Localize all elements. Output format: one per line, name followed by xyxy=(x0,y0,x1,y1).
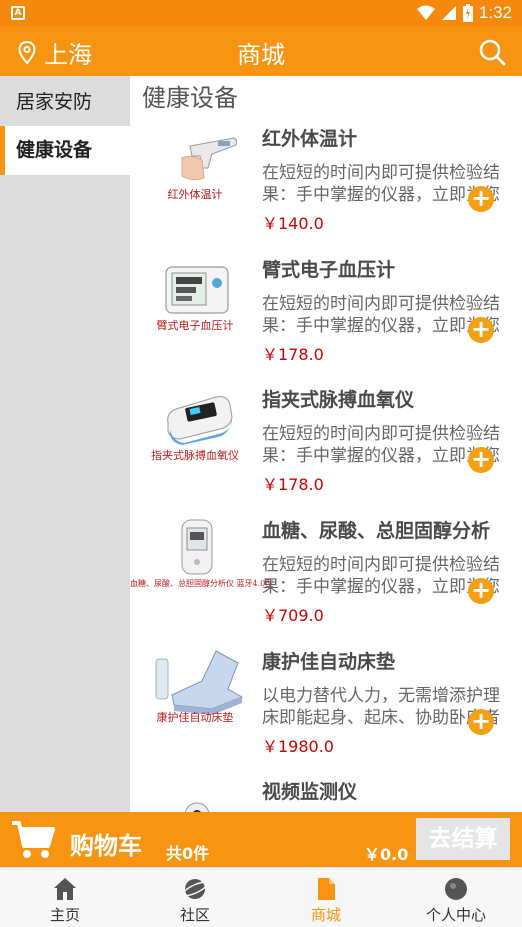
a-notification-icon: A xyxy=(11,6,25,20)
search-icon[interactable] xyxy=(478,38,506,66)
product-price: ￥1980.0 xyxy=(262,737,334,756)
product-price: ￥140.0 xyxy=(262,214,324,233)
app-bar: 商城 上海 xyxy=(0,27,522,76)
product-image-caption: 臂式电子血压计 xyxy=(156,319,234,332)
product-name: 视频监测仪 xyxy=(262,781,358,803)
product-name: 血糖、尿酸、总胆固醇分析 xyxy=(262,520,491,542)
cart-item-count: 共0件 xyxy=(166,844,210,863)
product-item[interactable]: 血糖、尿酸、总胆固醇分析仪 蓝牙4.0型 血糖、尿酸、总胆固醇分析 在短短的时间… xyxy=(130,514,522,644)
add-to-cart-button[interactable]: + xyxy=(468,709,494,735)
sidebar-item-health-devices[interactable]: 健康设备 xyxy=(0,126,130,175)
bottom-nav: 主页 社区 商城 个人中心 xyxy=(0,867,522,927)
shop-icon xyxy=(318,878,335,900)
city-selector[interactable]: 上海 xyxy=(18,35,92,70)
community-icon xyxy=(182,879,208,899)
nav-label: 社区 xyxy=(179,906,210,924)
product-image-caption: 红外体温计 xyxy=(167,188,223,201)
product-image-blood-pressure-monitor xyxy=(165,266,229,314)
product-item[interactable]: 红外体温计 红外体温计 在短短的时间内即可提供检验结果：手中掌握的仪器，立即为您… xyxy=(130,122,522,252)
cart-label: 购物车 xyxy=(70,832,142,860)
profile-icon xyxy=(445,878,467,900)
city-name: 上海 xyxy=(44,41,92,69)
nav-home[interactable]: 主页 xyxy=(0,868,130,927)
nav-community[interactable]: 社区 xyxy=(130,868,260,927)
product-price: ￥178.0 xyxy=(262,345,324,364)
add-to-cart-button[interactable]: + xyxy=(468,578,494,604)
nav-label: 商城 xyxy=(310,906,341,924)
clock: 1:32 xyxy=(478,3,512,22)
product-name: 康护佳自动床垫 xyxy=(262,651,396,673)
sidebar-item-label: 居家安防 xyxy=(16,91,93,113)
nav-label: 主页 xyxy=(49,906,80,924)
nav-label: 个人中心 xyxy=(425,906,486,924)
product-item[interactable]: 康护佳自动床垫 康护佳自动床垫 以电力替代人力，无需增添护理床即能起身、起床、协… xyxy=(130,645,522,775)
sidebar-item-home-security[interactable]: 居家安防 xyxy=(0,78,130,127)
signal-icon xyxy=(441,6,456,20)
status-bar: A 1:32 xyxy=(0,0,522,27)
product-price: ￥709.0 xyxy=(262,606,324,625)
sidebar-item-label: 健康设备 xyxy=(16,139,93,161)
product-list-panel: 健康设备 红外体温计 红外体温计 在短短的时间内即可提供检验结果：手中掌握的仪器… xyxy=(130,76,522,812)
product-image-video-monitor xyxy=(184,802,210,812)
product-image-thermometer xyxy=(181,137,238,181)
location-pin-icon xyxy=(18,40,36,64)
home-icon xyxy=(54,878,76,900)
product-item[interactable]: 视频监测仪 xyxy=(130,775,522,812)
cart-total: ￥0.0 xyxy=(364,845,409,864)
add-to-cart-button[interactable]: + xyxy=(468,317,494,343)
nav-profile[interactable]: 个人中心 xyxy=(391,868,521,927)
product-image-pulse-oximeter xyxy=(167,396,233,445)
product-image-glucose-analyzer xyxy=(181,519,213,575)
product-price: ￥178.0 xyxy=(262,475,324,494)
product-name: 臂式电子血压计 xyxy=(262,259,396,281)
product-image-caption: 血糖、尿酸、总胆固醇分析仪 蓝牙4.0型 xyxy=(130,579,274,588)
section-title: 健康设备 xyxy=(142,84,238,112)
shopping-cart-icon[interactable] xyxy=(10,818,56,860)
wifi-icon xyxy=(416,5,435,20)
product-image-caption: 康护佳自动床垫 xyxy=(156,711,234,724)
status-icons: 1:32 xyxy=(416,3,512,23)
category-sidebar: 居家安防 健康设备 xyxy=(0,76,130,812)
nav-shop[interactable]: 商城 xyxy=(261,868,391,927)
product-image-caption: 指夹式脉搏血氧仪 xyxy=(151,449,239,462)
battery-icon xyxy=(462,4,473,22)
product-image-automatic-mattress xyxy=(155,650,244,715)
screen: A 1:32 商城 上海 居家安防 健康设备 健康设备 红外体温计 红外体温计 … xyxy=(0,0,522,927)
product-item[interactable]: 臂式电子血压计 臂式电子血压计 在短短的时间内即可提供检验结果：手中掌握的仪器，… xyxy=(130,253,522,383)
product-item[interactable]: 指夹式脉搏血氧仪 指夹式脉搏血氧仪 在短短的时间内即可提供检验结果：手中掌握的仪… xyxy=(130,383,522,513)
product-name: 红外体温计 xyxy=(262,128,358,150)
add-to-cart-button[interactable]: + xyxy=(468,186,494,212)
cart-bar: 购物车 共0件 ￥0.0 去结算 xyxy=(0,812,522,867)
product-name: 指夹式脉搏血氧仪 xyxy=(262,389,415,411)
add-to-cart-button[interactable]: + xyxy=(468,447,494,473)
checkout-button[interactable]: 去结算 xyxy=(416,818,510,860)
